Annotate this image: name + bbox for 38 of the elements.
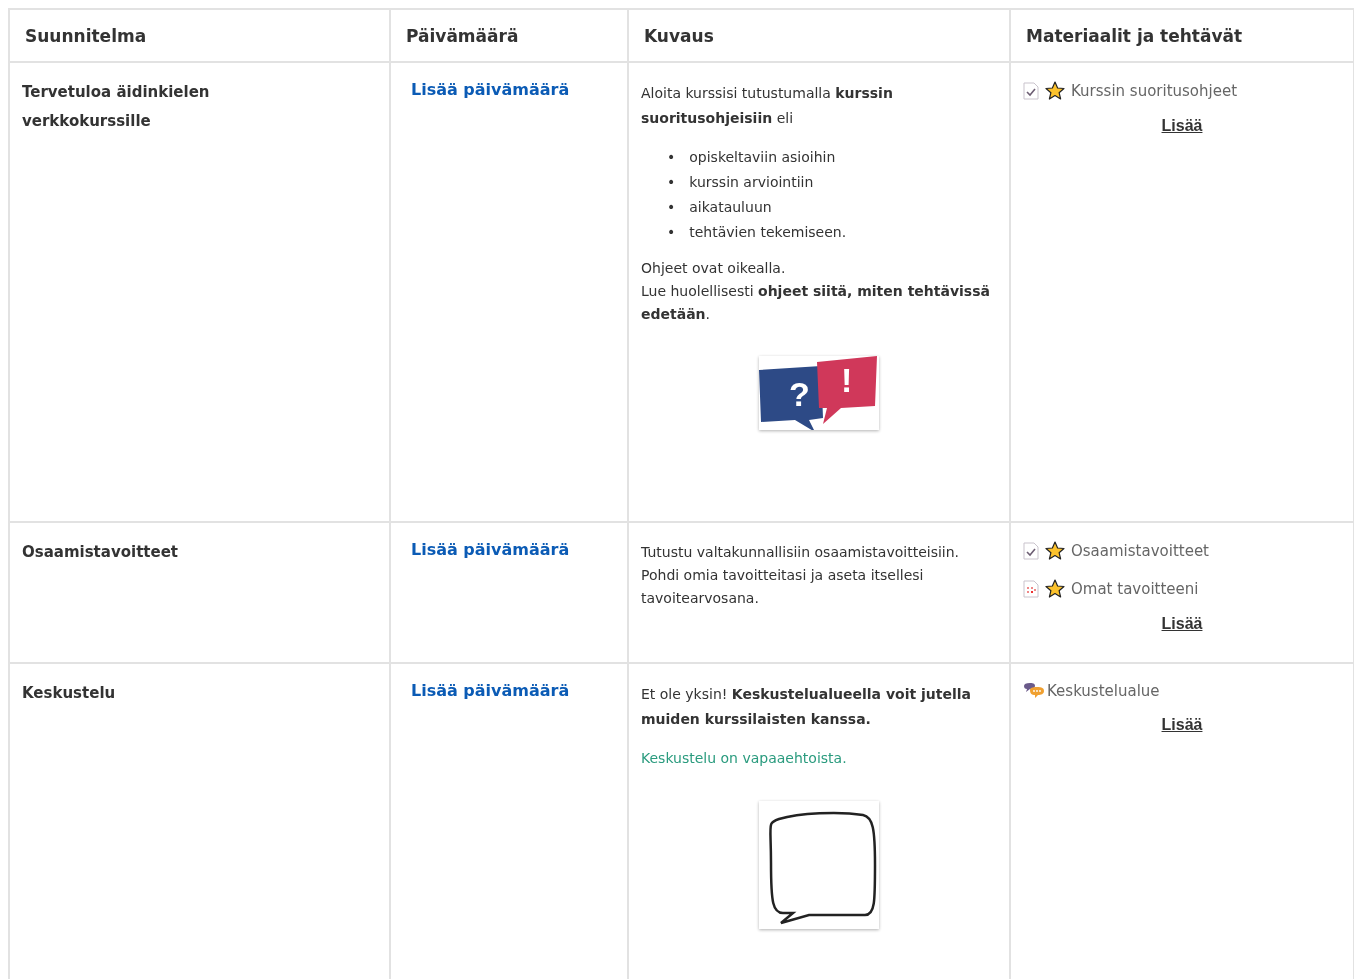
column-header: Materiaalit ja tehtävät (1010, 9, 1354, 62)
plan-title: Keskustelu (22, 683, 117, 704)
description-text: Aloita kurssisi tutustumalla kurssin suoritusohjeisiin eli (641, 84, 894, 128)
column-header: Kuvaus (628, 9, 1010, 62)
description-text: Tutustu valtakunnallisiin osaamistavoitteisiin. (641, 543, 961, 562)
add-date-link[interactable]: Lisää päivämäärä (411, 681, 570, 700)
material-link[interactable]: Kurssin suoritusohjeet (1071, 82, 1238, 100)
list-item: tehtävien tekemiseen. (689, 223, 847, 242)
exclamation-mark: ! (841, 361, 853, 399)
document-check-icon (1023, 82, 1039, 100)
bullet: • (667, 198, 676, 217)
add-date-link[interactable]: Lisää päivämäärä (411, 80, 570, 99)
bullet: • (667, 173, 676, 192)
list-item: kurssin arviointiin (689, 173, 814, 192)
column-header: Päivämäärä (390, 9, 628, 62)
description-text: Et ole yksin! Keskustelualueella voit jutella muiden kurssilaisten kanssa. (641, 685, 973, 729)
question-mark: ? (789, 375, 810, 413)
more-link[interactable]: Lisää (1161, 615, 1203, 632)
add-date-link[interactable]: Lisää päivämäärä (411, 540, 570, 559)
plan-title: Osaamistavoitteet (22, 542, 179, 563)
material-link[interactable]: Keskustelualue (1047, 682, 1160, 700)
chat-bubbles-icon (1023, 683, 1045, 699)
more-link[interactable]: Lisää (1161, 117, 1203, 134)
description-text: Lue huolellisesti ohjeet siitä, miten tehtävissä edetään. (641, 282, 991, 324)
note-text: Keskustelu on vapaaehtoista. (641, 749, 848, 768)
material-link[interactable]: Omat tavoitteeni (1071, 580, 1199, 598)
material-link[interactable]: Osaamistavoitteet (1071, 542, 1209, 560)
bullet: • (667, 148, 676, 167)
description-text: Pohdi omia tavoitteitasi ja aseta itsellesi tavoitearvosana. (641, 566, 925, 608)
plan-title: Tervetuloa äidinkielen verkkokurssille (22, 82, 211, 132)
spreadsheet-icon (1023, 580, 1039, 598)
more-link[interactable]: Lisää (1161, 716, 1203, 733)
bullet: • (667, 223, 676, 242)
document-check-icon (1023, 542, 1039, 560)
list-item: opiskeltaviin asioihin (689, 148, 836, 167)
column-header: Suunnitelma (9, 9, 390, 62)
description-text: Ohjeet ovat oikealla. (641, 259, 787, 278)
list-item: aikatauluun (689, 198, 772, 217)
